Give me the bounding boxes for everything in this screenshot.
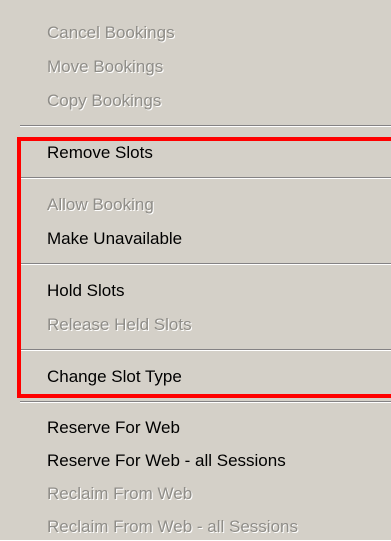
- menu-item-cancel-bookings: Cancel Bookings: [47, 23, 175, 42]
- menu-item-copy-bookings: Copy Bookings: [47, 91, 162, 110]
- menu-item-reclaim-from-web-all-sessions: Reclaim From Web - all Sessions: [47, 517, 298, 536]
- menu-separator: [20, 401, 391, 403]
- menu-item-reclaim-from-web: Reclaim From Web: [47, 484, 193, 503]
- menu-item-move-bookings: Move Bookings: [47, 57, 164, 76]
- highlight-annotation-box: [17, 137, 391, 398]
- menu-item-reserve-for-web-all-sessions[interactable]: Reserve For Web - all Sessions: [47, 447, 286, 475]
- menu-separator: [20, 125, 391, 127]
- menu-item-reserve-for-web[interactable]: Reserve For Web: [47, 414, 180, 442]
